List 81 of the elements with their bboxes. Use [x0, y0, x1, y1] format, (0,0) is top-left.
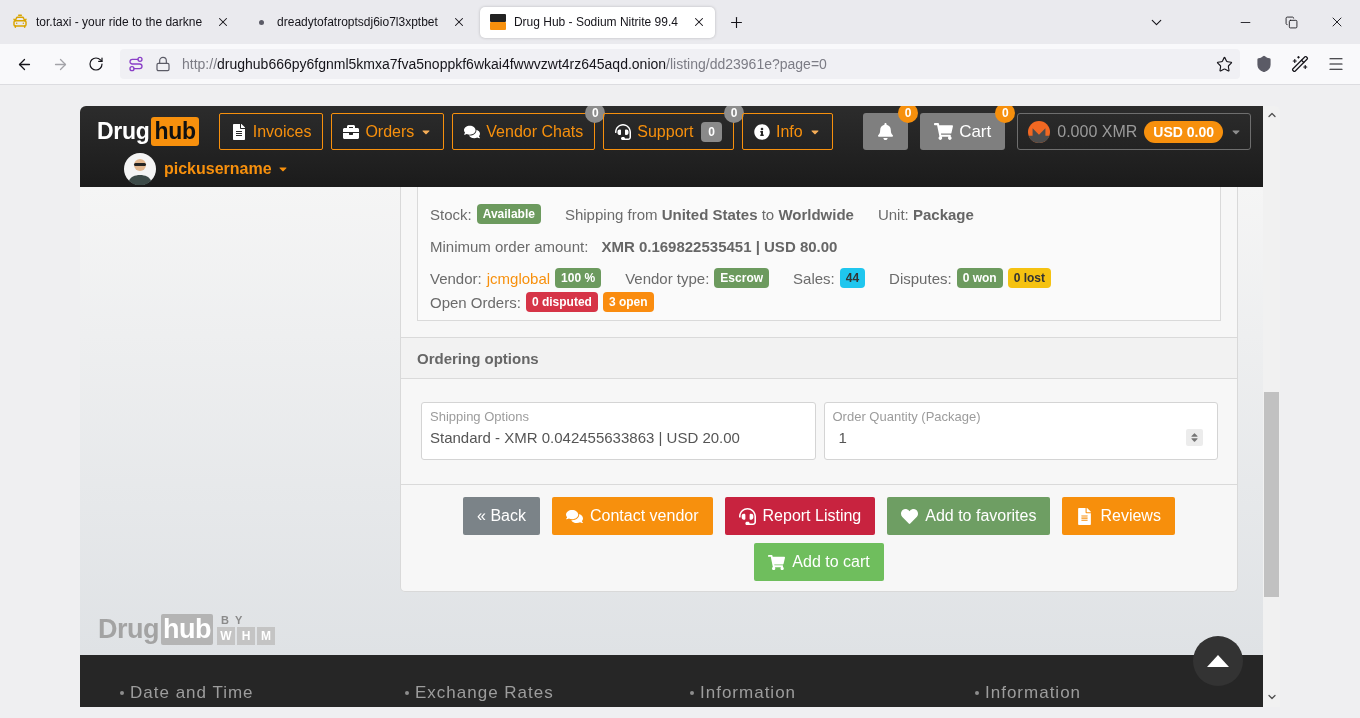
letter-tile: H — [237, 627, 255, 645]
detail-text: Vendor type: — [625, 269, 710, 287]
cart-icon — [768, 553, 786, 571]
status-badge: 3 open — [602, 292, 654, 312]
footer-heading: Exchange Rates — [415, 683, 554, 703]
bullet-icon — [975, 691, 979, 695]
count-badge: 0 — [701, 121, 722, 142]
document-icon — [230, 123, 247, 140]
status-badge: 44 — [839, 268, 866, 288]
bookmark-star-icon[interactable] — [1216, 55, 1233, 73]
count-badge: 0 — [898, 106, 919, 123]
status-badge: Available — [476, 204, 541, 224]
status-badge: 0 lost — [1007, 268, 1051, 288]
cart-icon — [934, 122, 954, 141]
letter-tile: M — [257, 627, 275, 645]
order-quantity-field[interactable]: Order Quantity (Package) 1 — [823, 402, 1218, 460]
detail-text: Sales: — [793, 269, 835, 287]
detail-text: Minimum order amount: — [430, 237, 589, 255]
bullet-icon — [405, 691, 409, 695]
reload-icon[interactable] — [88, 56, 104, 72]
invoices-button[interactable]: Invoices — [218, 113, 324, 150]
site-logo[interactable]: Drug hub — [97, 113, 199, 150]
address-field[interactable]: http://drughub666py6fgnml5kmxa7fva5noppkf6wkai4fwwvzwt4rz645aqd.onion/listing/dd23961e?page=0 — [120, 49, 1240, 79]
site-favicon-icon — [489, 14, 506, 30]
letter-tile: W — [217, 627, 235, 645]
detail-text: Unit: Package — [877, 205, 974, 223]
fiat-balance-badge: USD 0.00 — [1144, 120, 1223, 143]
footer-heading: Information — [985, 683, 1082, 703]
restore-icon[interactable] — [1284, 15, 1298, 29]
report-listing-button[interactable]: Report Listing — [724, 497, 876, 535]
status-badge: 0 won — [956, 268, 1003, 288]
user-menu[interactable]: pickusername — [164, 159, 289, 178]
headset-icon — [738, 507, 756, 525]
count-badge: 0 — [585, 106, 606, 123]
menu-icon[interactable] — [1327, 55, 1345, 73]
detail-text: Stock: — [430, 205, 472, 223]
scrollbar-thumb[interactable] — [1264, 392, 1279, 597]
browser-tab[interactable]: dreadytofatroptsdj6io7l3xptbet — [244, 6, 475, 38]
headset-icon — [615, 123, 632, 140]
dot-icon — [259, 19, 265, 25]
taxi-icon — [12, 14, 28, 30]
detail-text: Open Orders: — [430, 293, 521, 311]
chat-bubbles-icon — [566, 507, 583, 525]
section-title: Ordering options — [417, 349, 539, 367]
wallet-dropdown[interactable]: 0.000 XMR USD 0.00 — [1017, 113, 1251, 150]
detail-text: Vendor: — [430, 269, 482, 287]
info-button[interactable]: Info — [742, 113, 833, 150]
detail-text: Disputes: — [889, 269, 952, 287]
wand-sparkles-icon[interactable] — [1291, 55, 1309, 73]
chat-bubbles-icon — [464, 123, 481, 140]
detail-text: Shipping from United States to Worldwide — [564, 205, 854, 223]
browser-tab[interactable]: tor.taxi - your ride to the darkne — [2, 6, 240, 38]
heart-icon — [901, 507, 919, 525]
coin-icon — [1028, 120, 1051, 143]
bell-icon — [877, 123, 895, 140]
route-icon[interactable] — [128, 56, 144, 72]
shield-icon[interactable] — [1255, 55, 1273, 73]
spinner-icon[interactable] — [1186, 429, 1203, 446]
shipping-options-select[interactable]: Shipping Options Standard - XMR 0.042455633863 | USD 20.00 — [421, 402, 816, 460]
lock-icon[interactable] — [155, 56, 171, 72]
footer-logo: Drug hub — [98, 614, 213, 645]
detail-value: XMR 0.169822535451 | USD 80.00 — [601, 237, 838, 255]
triangle-up-icon — [1207, 655, 1229, 667]
by-text: BY — [220, 614, 250, 626]
status-badge: 100 % — [555, 268, 602, 288]
footer-heading: Information — [700, 683, 797, 703]
footer-heading: Date and Time — [130, 683, 254, 703]
browser-tab[interactable]: Drug Hub - Sodium Nitrite 99.4 — [479, 6, 715, 38]
info-icon — [754, 123, 770, 140]
wallet-balance: 0.000 XMR — [1057, 122, 1138, 141]
bullet-icon — [120, 691, 124, 695]
back-button[interactable]: « Back — [463, 497, 540, 535]
bullet-icon — [690, 691, 694, 695]
user-avatar-icon — [124, 152, 156, 185]
count-badge: 0 — [724, 106, 744, 123]
orders-button[interactable]: Orders — [331, 113, 445, 150]
document-icon — [1076, 507, 1094, 525]
status-badge: Escrow — [714, 268, 770, 288]
status-badge: 0 disputed — [525, 292, 598, 312]
briefcase-icon — [343, 123, 360, 140]
count-badge: 0 — [995, 106, 1016, 123]
